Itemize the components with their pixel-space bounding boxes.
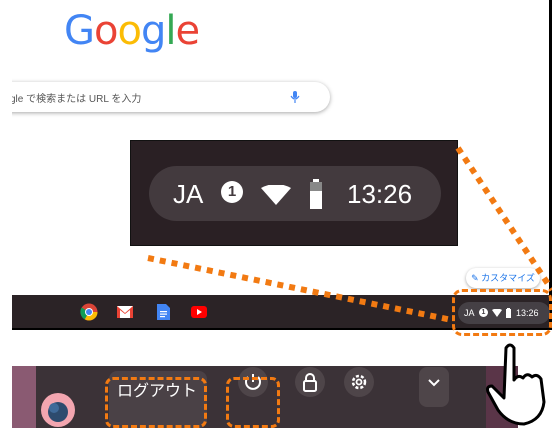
avatar[interactable]: [41, 393, 75, 427]
avatar-icon: [48, 402, 68, 422]
logout-highlight: [105, 377, 207, 428]
power-highlight: [226, 377, 280, 428]
pointing-hand-icon: [486, 343, 546, 426]
expand-button[interactable]: [419, 367, 449, 407]
chevron-down-icon: [428, 379, 440, 387]
menu-edge-left: [12, 366, 36, 428]
settings-icon: [351, 374, 367, 390]
lock-button[interactable]: [295, 367, 325, 397]
settings-button[interactable]: [344, 367, 374, 397]
callout-connector: [147, 146, 552, 323]
lock-icon: [303, 373, 317, 392]
